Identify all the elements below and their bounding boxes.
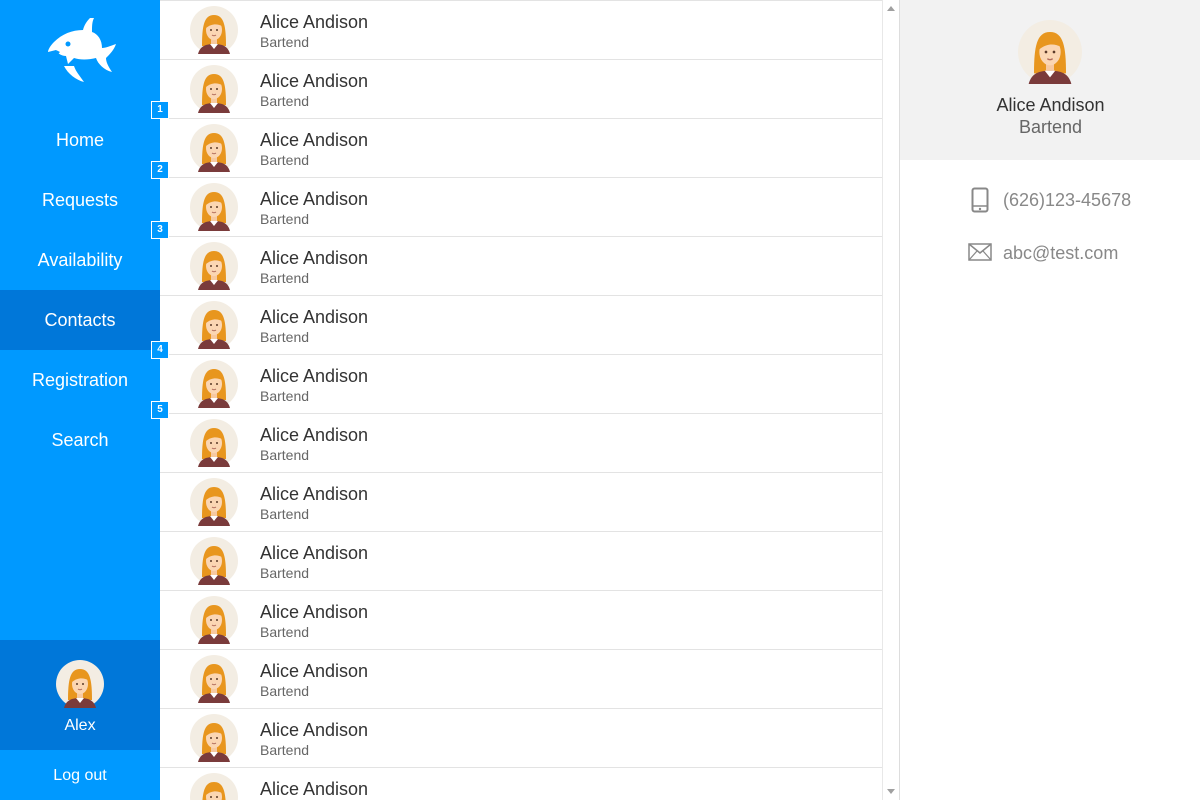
contact-row[interactable]: Alice AndisonBartend bbox=[160, 768, 882, 800]
contact-role: Bartend bbox=[260, 742, 310, 758]
logout-button[interactable]: Log out bbox=[0, 750, 160, 800]
contact-avatar-icon bbox=[190, 537, 238, 585]
contact-row[interactable]: Alice Andison Bartend bbox=[160, 414, 882, 473]
contact-list[interactable]: Alice Andison Bartend Alice Andison Bartend… bbox=[160, 0, 882, 800]
contact-row[interactable]: Alice Andison Bartend bbox=[160, 591, 882, 650]
contact-role: Bartend bbox=[260, 34, 310, 50]
user-avatar-icon bbox=[56, 660, 104, 708]
contact-row[interactable]: Alice Andison Bartend bbox=[160, 532, 882, 591]
contact-avatar-icon bbox=[190, 655, 238, 703]
contact-avatar-icon bbox=[190, 242, 238, 290]
contact-detail: Alice Andison Bartend (626)123-45678 abc… bbox=[899, 0, 1200, 800]
contact-row[interactable]: Alice Andison Bartend bbox=[160, 650, 882, 709]
contact-name: Alice Andison bbox=[260, 779, 369, 799]
contact-name: Alice Andison bbox=[260, 71, 369, 91]
contact-avatar-icon bbox=[190, 596, 238, 644]
contact-avatar-icon bbox=[1018, 20, 1082, 84]
contact-role: Bartend bbox=[260, 270, 310, 286]
contact-role: Bartend bbox=[260, 329, 310, 345]
contact-row[interactable]: Alice Andison Bartend bbox=[160, 119, 882, 178]
contact-avatar-icon bbox=[190, 773, 238, 800]
nav-item-requests[interactable]: Requests bbox=[0, 170, 160, 230]
contact-name: Alice Andison bbox=[260, 661, 369, 681]
contact-role: Bartend bbox=[260, 152, 310, 168]
step-badge-3: 3 bbox=[151, 221, 169, 239]
detail-phone-row: (626)123-45678 bbox=[900, 185, 1200, 215]
contact-role: Bartend bbox=[260, 211, 310, 227]
nav-item-registration[interactable]: Registration bbox=[0, 350, 160, 410]
contact-role: Bartend bbox=[260, 93, 310, 109]
detail-email-row: abc@test.com bbox=[900, 238, 1200, 268]
contact-name: Alice Andison bbox=[260, 484, 369, 504]
contact-role: Bartend bbox=[260, 683, 310, 699]
contact-avatar-icon bbox=[190, 6, 238, 54]
contact-role: Bartend bbox=[260, 506, 310, 522]
contact-avatar-icon bbox=[190, 360, 238, 408]
contact-row[interactable]: Alice Andison Bartend bbox=[160, 178, 882, 237]
contact-name: Alice Andison bbox=[260, 543, 369, 563]
user-name: Alex bbox=[64, 717, 96, 734]
sidebar-nav: Home Requests Availability Contacts Regi… bbox=[0, 110, 160, 470]
current-user[interactable]: Alex bbox=[0, 640, 160, 750]
contact-name: Alice Andison bbox=[260, 425, 369, 445]
contact-name: Alice Andison bbox=[260, 307, 369, 327]
contact-row[interactable]: Alice Andison Bartend bbox=[160, 60, 882, 119]
detail-role: Bartend bbox=[1018, 117, 1083, 137]
contact-row[interactable]: Alice Andison Bartend bbox=[160, 1, 882, 60]
contact-name: Alice Andison bbox=[260, 12, 369, 32]
contact-avatar-icon bbox=[190, 419, 238, 467]
contact-role: Bartend bbox=[260, 624, 310, 640]
step-badge-2: 2 bbox=[151, 161, 169, 179]
nav-item-contacts[interactable]: Contacts bbox=[0, 290, 160, 350]
list-scrollbar[interactable] bbox=[882, 0, 899, 800]
nav-item-availability[interactable]: Availability bbox=[0, 230, 160, 290]
contact-name: Alice Andison bbox=[260, 366, 369, 386]
contact-avatar-icon bbox=[190, 478, 238, 526]
contact-role: Bartend bbox=[260, 447, 310, 463]
contact-name: Alice Andison bbox=[260, 602, 369, 622]
contact-role: Bartend bbox=[260, 388, 310, 404]
shark-logo-icon[interactable] bbox=[46, 14, 118, 86]
contact-role: Bartend bbox=[260, 565, 310, 581]
scrollbar-thumb[interactable] bbox=[886, 17, 896, 783]
contact-avatar-icon bbox=[190, 65, 238, 113]
nav-item-search[interactable]: Search bbox=[0, 410, 160, 470]
detail-phone[interactable]: (626)123-45678 bbox=[1003, 190, 1131, 211]
contact-row[interactable]: Alice Andison Bartend bbox=[160, 355, 882, 414]
contact-row[interactable]: Alice Andison Bartend bbox=[160, 709, 882, 768]
contact-row[interactable]: Alice Andison Bartend bbox=[160, 473, 882, 532]
envelope-icon bbox=[968, 243, 992, 261]
step-badge-4: 4 bbox=[151, 341, 169, 359]
scroll-down-arrow-icon[interactable] bbox=[883, 784, 899, 800]
contact-name: Alice Andison bbox=[260, 189, 369, 209]
detail-header: Alice Andison Bartend bbox=[900, 0, 1200, 160]
contact-avatar-icon bbox=[190, 714, 238, 762]
contact-avatar-icon bbox=[190, 301, 238, 349]
contact-name: Alice Andison bbox=[260, 248, 369, 268]
sidebar: Home Requests Availability Contacts Regi… bbox=[0, 0, 160, 800]
nav-item-home[interactable]: Home bbox=[0, 110, 160, 170]
contact-avatar-icon bbox=[190, 183, 238, 231]
contact-avatar-icon bbox=[190, 124, 238, 172]
contact-row[interactable]: Alice Andison Bartend bbox=[160, 296, 882, 355]
step-badge-1: 1 bbox=[151, 101, 169, 119]
detail-name: Alice Andison bbox=[996, 95, 1105, 115]
contact-row[interactable]: Alice Andison Bartend bbox=[160, 237, 882, 296]
detail-email[interactable]: abc@test.com bbox=[1003, 243, 1118, 264]
phone-icon bbox=[971, 187, 989, 213]
scroll-up-arrow-icon[interactable] bbox=[883, 0, 899, 16]
contact-name: Alice Andison bbox=[260, 720, 369, 740]
contact-name: Alice Andison bbox=[260, 130, 369, 150]
step-badge-5: 5 bbox=[151, 401, 169, 419]
